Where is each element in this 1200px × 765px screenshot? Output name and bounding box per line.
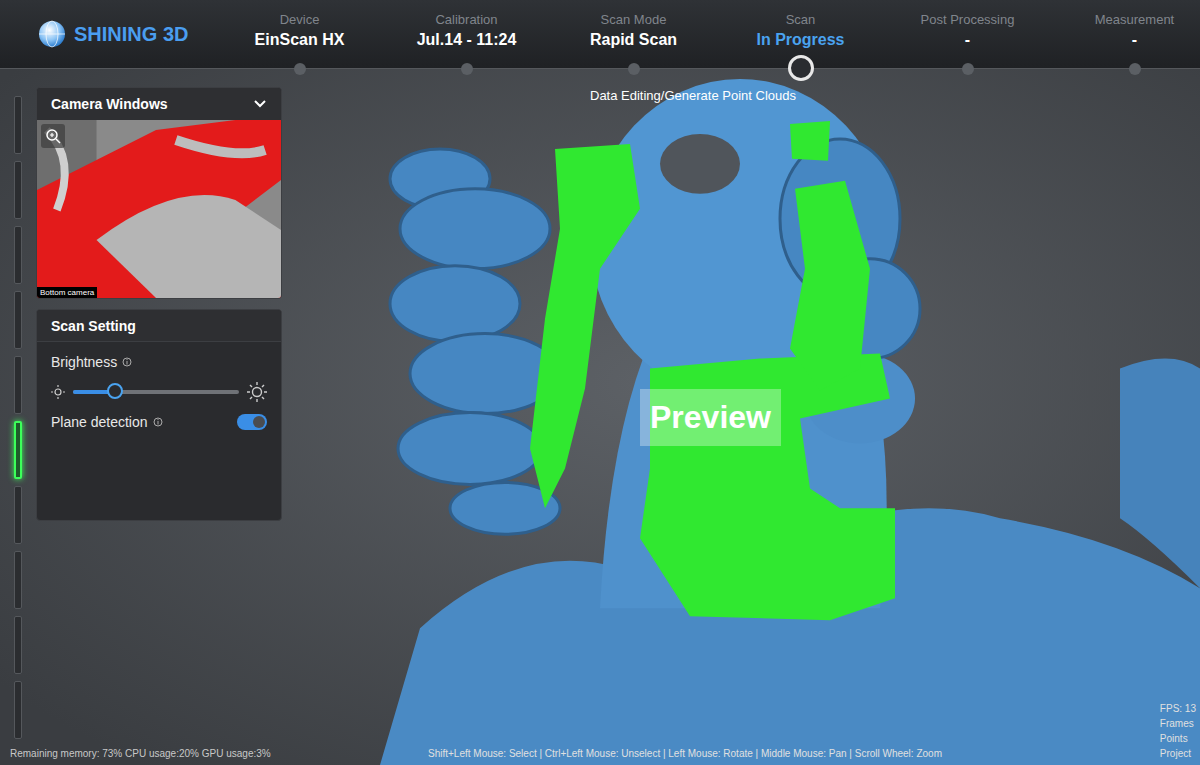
step-dot-icon	[788, 55, 814, 81]
tool-button[interactable]	[14, 486, 22, 544]
step-label: Scan Mode	[601, 12, 667, 27]
scan-setting-panel: Scan Setting Brightness Plane detection	[36, 309, 282, 521]
camera-panel: Camera Windows Bottom camera	[36, 87, 282, 299]
step-dot-icon	[461, 63, 473, 75]
plane-detection-label: Plane detection	[51, 414, 163, 430]
tool-button[interactable]	[14, 551, 22, 609]
camera-image	[37, 120, 281, 298]
slider-thumb[interactable]	[107, 383, 123, 399]
logo-text: SHINING 3D	[74, 23, 188, 46]
step-label: Calibration	[435, 12, 497, 27]
camera-panel-title: Camera Windows	[51, 96, 168, 112]
tool-button[interactable]	[14, 421, 22, 479]
step-label: Post Processing	[921, 12, 1015, 27]
top-bar: SHINING 3D Device EinScan HX Calibration Jul…	[0, 0, 1200, 69]
workflow-step[interactable]: Device EinScan HX	[216, 0, 383, 68]
workflow-step[interactable]: Scan Mode Rapid Scan	[550, 0, 717, 68]
brightness-label: Brightness	[51, 354, 267, 370]
plane-detection-toggle[interactable]	[237, 414, 267, 430]
chevron-icon[interactable]	[253, 97, 267, 111]
magnifier-icon	[45, 128, 61, 144]
preview-overlay: Preview	[640, 389, 781, 446]
scan-setting-title: Scan Setting	[51, 318, 136, 334]
toggle-knob	[253, 416, 265, 428]
camera-label: Bottom camera	[37, 287, 97, 298]
workflow-step[interactable]: Scan In Progress	[717, 0, 884, 68]
tool-button[interactable]	[14, 356, 22, 414]
stat-item: Project	[1160, 746, 1196, 761]
tool-button[interactable]	[14, 161, 22, 219]
tool-button[interactable]	[14, 226, 22, 284]
workflow-step[interactable]: Measurement -	[1051, 0, 1200, 68]
workflow-step[interactable]: Calibration Jul.14 - 11:24	[383, 0, 550, 68]
tool-button[interactable]	[14, 291, 22, 349]
viewport[interactable]: Data Editing/Generate Point Clouds Camera…	[0, 69, 1200, 765]
workflow-step[interactable]: Post Processing -	[884, 0, 1051, 68]
workflow-steps: Device EinScan HX Calibration Jul.14 - 11:2…	[216, 0, 1200, 68]
logo: SHINING 3D	[0, 0, 216, 68]
step-dot-icon	[962, 63, 974, 75]
step-value: -	[965, 31, 970, 49]
step-dot-icon	[1129, 63, 1141, 75]
step-value: In Progress	[756, 31, 844, 49]
stat-item: Points	[1160, 731, 1196, 746]
globe-icon	[38, 20, 66, 48]
scanner-app: SHINING 3D Device EinScan HX Calibration Jul…	[0, 0, 1200, 765]
mouse-hints: Shift+Left Mouse: Select | Ctrl+Left Mou…	[428, 748, 942, 759]
step-value: Rapid Scan	[590, 31, 677, 49]
scan-setting-body: Brightness Plane detection	[37, 342, 281, 442]
scan-stats: FPS: 13FramesPointsProject	[1160, 701, 1196, 761]
camera-view: Bottom camera	[37, 120, 281, 298]
brightness-slider[interactable]	[73, 390, 239, 394]
step-label: Scan	[786, 12, 816, 27]
tool-button[interactable]	[14, 96, 22, 154]
side-panels: Camera Windows Bottom camera Scan Setting B…	[36, 87, 282, 521]
tool-strip	[14, 96, 22, 739]
camera-panel-header[interactable]: Camera Windows	[37, 88, 281, 120]
left-area: Camera Windows Bottom camera Scan Setting B…	[0, 69, 282, 765]
info-icon[interactable]	[153, 417, 163, 427]
step-value: -	[1132, 31, 1137, 49]
plane-detection-row: Plane detection	[51, 414, 267, 430]
zoom-button[interactable]	[41, 124, 65, 148]
step-value: EinScan HX	[255, 31, 345, 49]
stat-item: FPS: 13	[1160, 701, 1196, 716]
sun-large-icon	[247, 382, 267, 402]
brightness-slider-row	[51, 378, 267, 406]
tool-button[interactable]	[14, 616, 22, 674]
resource-status: Remaining memory: 73% CPU usage:20% GPU …	[10, 748, 271, 759]
step-label: Device	[280, 12, 320, 27]
step-dot-icon	[628, 63, 640, 75]
tool-button[interactable]	[14, 681, 22, 739]
scan-setting-header: Scan Setting	[37, 310, 281, 342]
stat-item: Frames	[1160, 716, 1196, 731]
step-dot-icon	[294, 63, 306, 75]
step-value: Jul.14 - 11:24	[417, 31, 517, 49]
step-label: Measurement	[1095, 12, 1174, 27]
info-icon[interactable]	[122, 357, 132, 367]
scan-subtitle: Data Editing/Generate Point Clouds	[590, 88, 796, 103]
sun-small-icon	[51, 385, 65, 399]
